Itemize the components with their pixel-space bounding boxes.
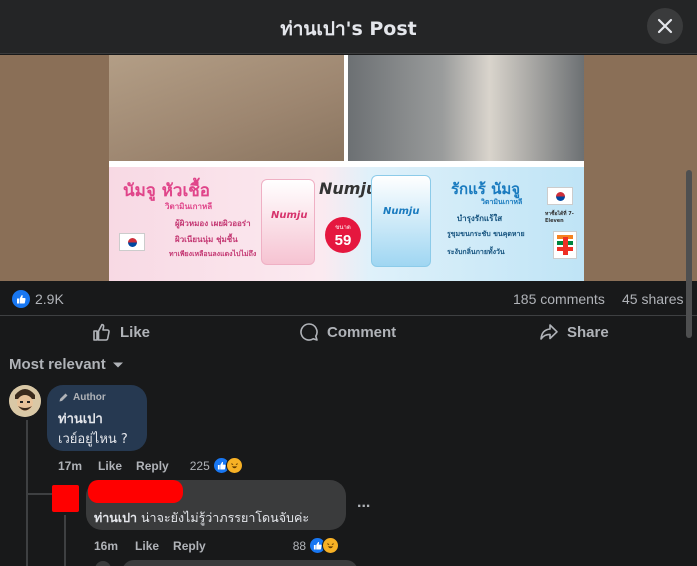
ad-right-sub: วิตามินเกาหลี: [481, 198, 523, 206]
ad-right-line-2: รูขุมขนกระชับ ขนคุดหาย: [447, 230, 525, 238]
price-value: 59: [334, 231, 352, 249]
comment-icon: [300, 323, 318, 341]
reply-text-line: ท่านเปา น่าจะยังไม่รู้ว่าภรรยาโดนจับค่ะ: [94, 508, 309, 528]
ad-left-sub: วิตามินเกาหลี: [165, 202, 213, 211]
haha-reaction-icon: [322, 537, 340, 554]
pack-blue-label: Numju: [383, 206, 420, 217]
thread-branch-h: [26, 493, 52, 495]
sort-label: Most relevant: [9, 356, 106, 373]
next-reply-bubble: [122, 560, 358, 566]
photo-sweater: [109, 55, 344, 161]
redacted-name: [88, 480, 183, 503]
post-header: ท่านเปา's Post: [0, 0, 697, 54]
ad-store-note: หาซื้อได้ที่ 7-Eleven: [545, 211, 574, 224]
comment-reactions[interactable]: [212, 457, 243, 474]
ad-banner: นัมจู หัวเชื้อ วิตามินเกาหลี ผู้ผิวหมอง …: [109, 167, 584, 281]
reply-meta: 16m Like Reply 88: [94, 537, 340, 554]
photo-people: [348, 55, 584, 161]
price-label: ขนาด: [335, 224, 351, 231]
share-button[interactable]: Share: [539, 322, 609, 342]
comment-like-link[interactable]: Like: [98, 459, 122, 473]
comment-reaction-count[interactable]: 225: [190, 459, 210, 473]
avatar[interactable]: [9, 385, 41, 417]
comment-author-name[interactable]: ท่านเปา: [58, 408, 103, 429]
comment-bubble: Author ท่านเปา เวย์อยู่ไหน ?: [47, 385, 147, 451]
author-badge-label: Author: [73, 392, 106, 403]
post-title: ท่านเปา's Post: [280, 18, 417, 40]
share-icon: [540, 324, 558, 340]
post-actions: Like Comment Share: [0, 315, 697, 349]
product-pack-blue: Numju: [371, 175, 431, 267]
share-label: Share: [567, 323, 609, 341]
thread-branch: [26, 480, 28, 494]
reply-thread-line: [64, 515, 66, 566]
shares-count[interactable]: 45 shares: [622, 291, 683, 307]
comment-text: เวย์อยู่ไหน ?: [58, 432, 128, 447]
reply-bubble: ท่านเปา น่าจะยังไม่รู้ว่าภรรยาโดนจับค่ะ: [86, 480, 346, 530]
product-pack-pink: Numju: [261, 179, 315, 265]
comment-meta: 17m Like Reply 225: [58, 457, 243, 474]
like-label: Like: [120, 323, 151, 341]
comment-button[interactable]: Comment: [299, 322, 396, 342]
more-options-button[interactable]: ...: [357, 494, 370, 512]
close-button[interactable]: [647, 8, 683, 44]
scrollbar[interactable]: [686, 170, 692, 338]
ad-left-line-3: ทาเพียงเหลือนลงแดงไปไม่ถึง: [169, 250, 257, 258]
comment-reply-link[interactable]: Reply: [136, 459, 169, 473]
reply-reactions[interactable]: [309, 537, 340, 554]
close-icon: [657, 18, 673, 34]
reply-reaction-count[interactable]: 88: [293, 539, 306, 553]
ad-left-line-1: ผู้ผิวหมอง เผยผิวออร่า: [175, 219, 251, 228]
comments-count[interactable]: 185 comments: [513, 291, 605, 307]
comment-label: Comment: [327, 323, 397, 341]
avatar[interactable]: [95, 561, 111, 566]
haha-reaction-icon: [225, 457, 243, 474]
korea-flag-icon: [547, 187, 573, 205]
comment-time[interactable]: 17m: [58, 459, 82, 473]
ad-right-line-1: บำรุงรักแร้ใส: [457, 214, 503, 223]
ad-brand: Numju: [319, 179, 378, 198]
post-image[interactable]: นัมจู หัวเชื้อ วิตามินเกาหลี ผู้ผิวหมอง …: [109, 55, 584, 281]
like-button[interactable]: Like: [92, 322, 150, 342]
price-badge: ขนาด 59: [325, 217, 361, 253]
ad-right-line-3: ระงับกลิ่นกายทั้งวัน: [447, 248, 505, 256]
pack-pink-label: Numju: [271, 210, 308, 221]
post-media[interactable]: นัมจู หัวเชื้อ วิตามินเกาหลี ผู้ผิวหมอง …: [0, 55, 697, 281]
korea-flag-icon: [119, 233, 145, 251]
ad-left-line-2: ผิวเนียนนุ่ม ชุ่มชื้น: [175, 235, 238, 244]
avatar-redacted[interactable]: [52, 485, 79, 512]
like-reaction-icon: [12, 290, 30, 308]
reply-reply-link[interactable]: Reply: [173, 539, 206, 553]
post-stats: 2.9K 185 comments 45 shares: [0, 281, 697, 315]
thumbs-up-icon: [93, 323, 110, 341]
cartoon-avatar-icon: [9, 385, 41, 417]
reply-time[interactable]: 16m: [94, 539, 118, 553]
comment-sort-dropdown[interactable]: Most relevant: [9, 356, 124, 373]
caret-down-icon: [112, 362, 123, 367]
author-badge: Author: [58, 392, 106, 403]
pencil-icon: [59, 393, 68, 402]
mention-tag[interactable]: ท่านเปา: [94, 510, 137, 525]
reply-text: น่าจะยังไม่รู้ว่าภรรยาโดนจับค่ะ: [141, 510, 310, 525]
likes-count[interactable]: 2.9K: [35, 291, 64, 307]
reply-like-link[interactable]: Like: [135, 539, 159, 553]
seven-eleven-logo: [553, 231, 577, 259]
